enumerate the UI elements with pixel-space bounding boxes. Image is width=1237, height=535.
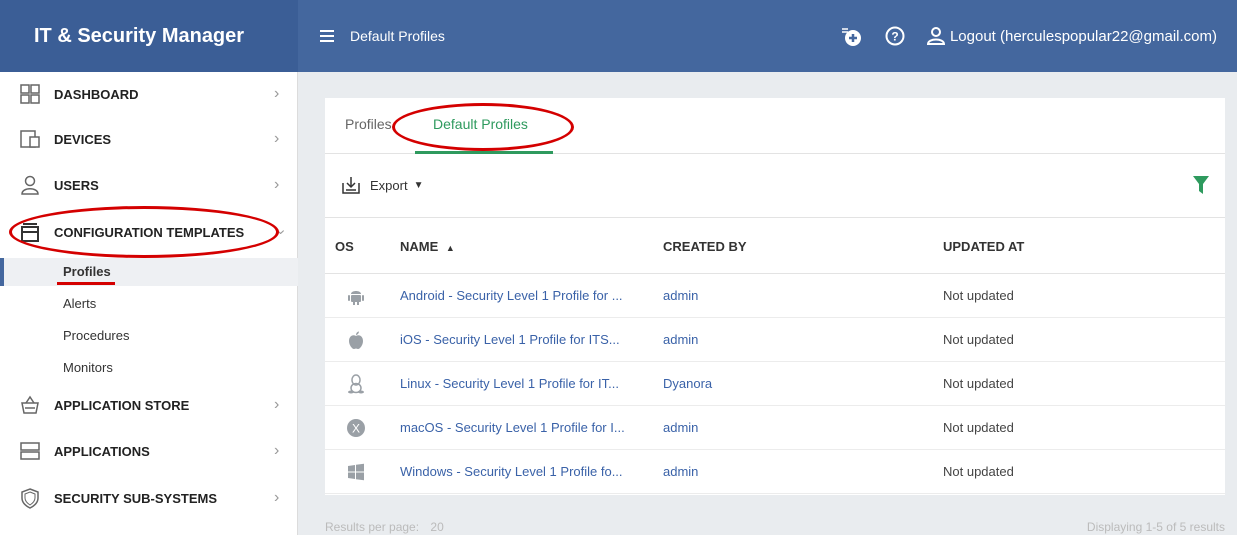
chevron-right-icon: › [274,489,280,506]
column-header-label: NAME [400,239,439,254]
profile-name-link[interactable]: Android - Security Level 1 Profile for .… [400,288,623,303]
export-button[interactable]: Export ▼ [341,175,423,195]
displaying-count: Displaying 1-5 of 5 results [1086,520,1225,534]
macos-icon: X [347,419,365,437]
active-underline [57,282,115,285]
sidebar-item-label: DASHBOARD [54,86,139,102]
user-icon [21,175,39,195]
app-brand: IT & Security Manager [0,0,298,72]
applications-icon [20,442,40,460]
top-bar: Default Profiles ? Logout (herculespopul… [298,0,1237,72]
templates-icon [21,223,39,242]
chevron-right-icon: › [274,85,280,102]
add-device-icon[interactable] [840,25,862,47]
chevron-right-icon: › [274,442,280,459]
profiles-card: Profiles Default Profiles Export ▼ OS NA… [325,98,1225,495]
created-by-link[interactable]: Dyanora [663,376,712,391]
column-header-created-by[interactable]: CREATED BY [663,239,747,254]
svg-text:?: ? [891,30,898,44]
android-icon [348,291,364,305]
results-per-page-label: Results per page: [325,520,420,534]
created-by-link[interactable]: admin [663,288,698,303]
sidebar-subitem-procedures[interactable]: Procedures [0,322,298,350]
table-row[interactable]: Linux - Security Level 1 Profile for IT.… [325,362,1225,406]
logout-link[interactable]: Logout (herculespopular22@gmail.com) [926,26,1217,46]
sidebar-item-label: APPLICATION STORE [54,397,190,413]
hamburger-menu-icon[interactable] [320,30,334,42]
tab-default-profiles[interactable]: Default Profiles [433,116,528,132]
svg-text:X: X [352,422,360,436]
sidebar-subitem-label: Profiles [63,264,111,279]
updated-at-value: Not updated [943,420,1014,435]
table-header: OS NAME ▲ CREATED BY UPDATED AT [325,218,1225,274]
pagination-footer: Results per page: 20 Displaying 1-5 of 5… [325,512,1225,535]
sidebar-item-label: APPLICATIONS [54,443,150,459]
sidebar-item-devices[interactable]: DEVICES › [0,119,298,159]
sidebar: DASHBOARD › DEVICES › USERS › CONFIGURAT… [0,72,298,535]
profile-name-link[interactable]: macOS - Security Level 1 Profile for I..… [400,420,625,435]
column-header-name[interactable]: NAME ▲ [400,239,455,254]
created-by-link[interactable]: admin [663,332,698,347]
sidebar-item-label: DEVICES [54,131,112,147]
sidebar-item-application-store[interactable]: APPLICATION STORE › [0,385,298,425]
sidebar-subitem-profiles[interactable]: Profiles [0,258,298,286]
export-label: Export [370,177,408,193]
sort-ascending-icon: ▲ [445,243,455,253]
profile-name-link[interactable]: Linux - Security Level 1 Profile for IT.… [400,376,619,391]
caret-down-icon: ▼ [413,179,424,191]
sidebar-subitem-label: Alerts [63,296,97,311]
store-basket-icon [21,395,39,414]
apple-icon [349,331,363,349]
results-per-page-select[interactable]: 20 [430,520,443,534]
table-row[interactable]: iOS - Security Level 1 Profile for ITS..… [325,318,1225,362]
updated-at-value: Not updated [943,332,1014,347]
chevron-down-icon: › [272,229,290,235]
table-toolbar: Export ▼ [325,154,1225,218]
sidebar-item-users[interactable]: USERS › [0,165,298,205]
sidebar-subitem-label: Procedures [63,328,130,343]
chevron-right-icon: › [274,396,280,413]
sidebar-subitem-label: Monitors [63,360,113,375]
column-header-updated-at[interactable]: UPDATED AT [943,239,1024,254]
page-title: Default Profiles [350,28,445,44]
export-icon [342,177,360,194]
profile-name-link[interactable]: Windows - Security Level 1 Profile fo... [400,464,623,479]
table-row[interactable]: X macOS - Security Level 1 Profile for I… [325,406,1225,450]
shield-icon [21,488,39,509]
sidebar-subitem-alerts[interactable]: Alerts [0,290,298,318]
created-by-link[interactable]: admin [663,464,698,479]
dashboard-icon [20,84,40,104]
user-icon [926,27,945,45]
updated-at-value: Not updated [943,464,1014,479]
chevron-right-icon: › [274,130,280,147]
profile-name-link[interactable]: iOS - Security Level 1 Profile for ITS..… [400,332,620,347]
devices-icon [20,130,40,148]
linux-icon [348,374,364,394]
sidebar-item-label: USERS [54,177,99,193]
tab-bar: Profiles Default Profiles [325,98,1225,154]
created-by-link[interactable]: admin [663,420,698,435]
logout-label: Logout (herculespopular22@gmail.com) [949,27,1217,45]
sidebar-subitem-monitors[interactable]: Monitors [0,354,298,382]
sidebar-item-label: SECURITY SUB-SYSTEMS [54,490,218,506]
tab-profiles[interactable]: Profiles [345,116,392,132]
filter-icon[interactable] [1193,176,1209,199]
chevron-right-icon: › [274,176,280,193]
sidebar-item-dashboard[interactable]: DASHBOARD › [0,74,298,114]
sidebar-item-configuration-templates[interactable]: CONFIGURATION TEMPLATES › [0,212,298,252]
table-row[interactable]: Windows - Security Level 1 Profile fo...… [325,450,1225,494]
windows-icon [348,463,364,481]
help-icon[interactable]: ? [884,25,906,47]
top-actions: ? Logout (herculespopular22@gmail.com) [840,0,1217,72]
column-header-os: OS [335,239,354,254]
sidebar-item-applications[interactable]: APPLICATIONS › [0,431,298,471]
table-row[interactable]: Android - Security Level 1 Profile for .… [325,274,1225,318]
sidebar-item-security-sub-systems[interactable]: SECURITY SUB-SYSTEMS › [0,478,298,518]
updated-at-value: Not updated [943,288,1014,303]
sidebar-item-label: CONFIGURATION TEMPLATES [54,224,245,240]
results-per-page: Results per page: 20 [325,520,444,534]
updated-at-value: Not updated [943,376,1014,391]
